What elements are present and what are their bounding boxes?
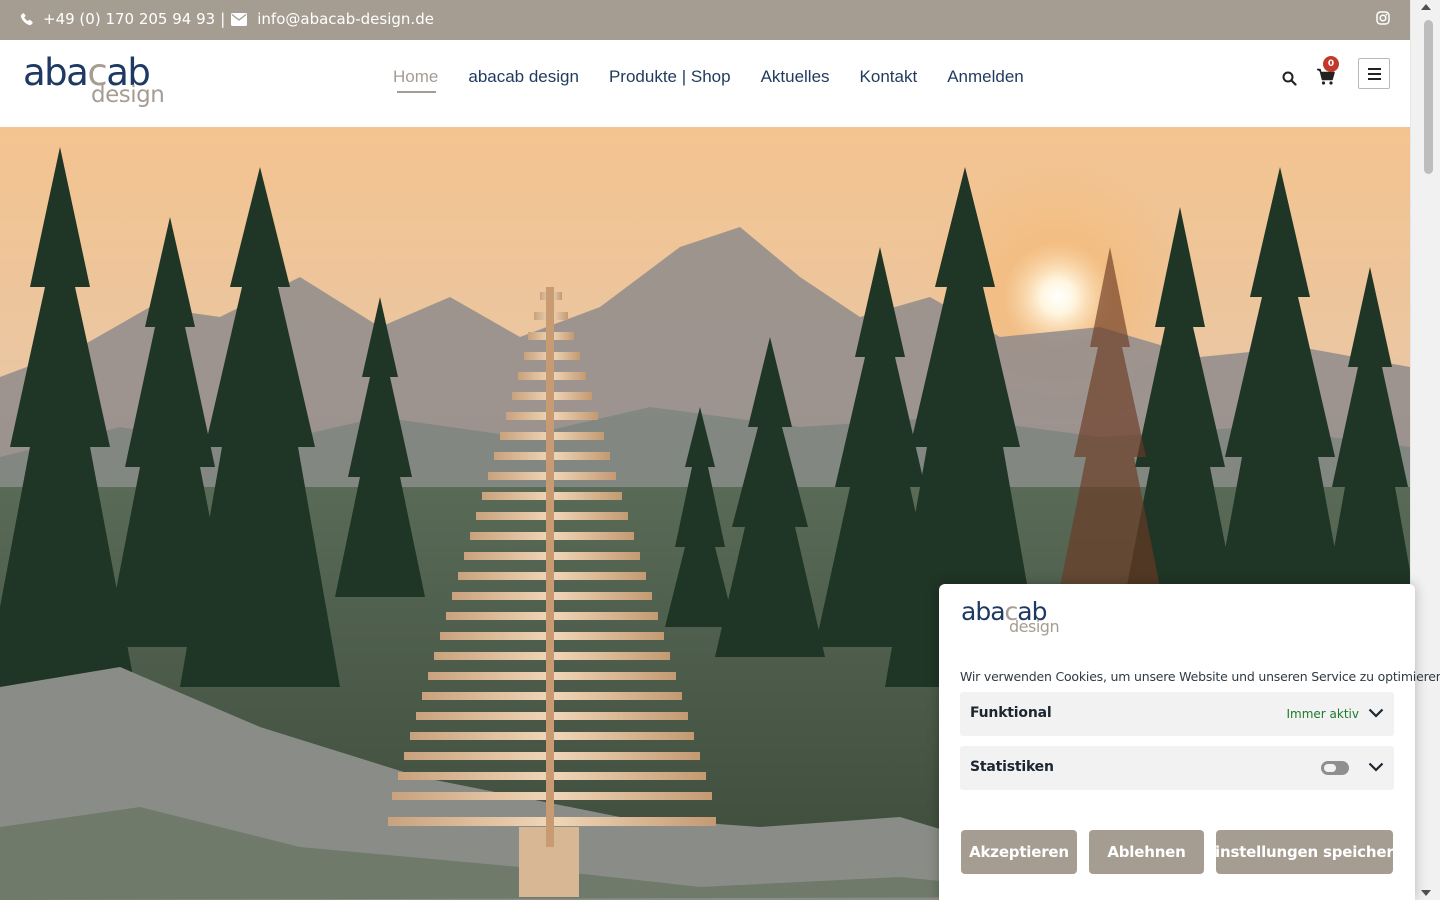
nav-aktuelles[interactable]: Aktuelles [761,67,830,91]
site-header: abacab design Home abacab design Produkt… [0,40,1410,127]
search-icon[interactable] [1282,71,1297,86]
envelope-icon [231,12,248,26]
cookie-message: Wir verwenden Cookies, um unsere Website… [960,669,1440,684]
cart-count-badge: 0 [1323,56,1339,72]
scroll-up-arrow-icon[interactable] [1421,4,1431,10]
cookie-dialog-logo: abacab design [961,597,1060,636]
category-label: Funktional [970,705,1052,721]
nav-anmelden[interactable]: Anmelden [947,67,1024,91]
scroll-down-arrow-icon[interactable] [1421,890,1431,896]
separator: | [220,10,226,28]
decline-button[interactable]: Ablehnen [1089,830,1204,874]
category-label: Statistiken [970,759,1054,775]
cookie-category-statistiken[interactable]: Statistiken [960,746,1394,790]
contact-info: +49 (0) 170 205 94 93 | info@abacab-desi… [20,10,434,28]
chevron-down-icon[interactable] [1368,707,1384,719]
save-settings-button[interactable]: Einstellungen speichern [1205,830,1404,874]
email-link[interactable]: info@abacab-design.de [257,10,434,28]
statistiken-toggle[interactable] [1321,761,1349,775]
cookie-category-funktional[interactable]: Funktional Immer aktiv [960,692,1394,736]
phone-number[interactable]: +49 (0) 170 205 94 93 [43,10,215,28]
main-navigation: Home abacab design Produkte | Shop Aktue… [393,67,1054,93]
always-active-label: Immer aktiv [1286,707,1360,721]
nav-home[interactable]: Home [393,67,438,93]
nav-abacab-design[interactable]: abacab design [468,67,579,91]
hamburger-menu-icon [1367,67,1381,70]
accept-button[interactable]: Akzeptieren [961,830,1077,874]
phone-icon [20,12,33,26]
logo-subtitle: design [91,82,165,108]
top-bar: +49 (0) 170 205 94 93 | info@abacab-desi… [0,0,1410,40]
chevron-down-icon[interactable] [1368,761,1384,773]
hamburger-menu-button[interactable] [1358,58,1390,89]
scrollbar-thumb[interactable] [1424,20,1433,174]
nav-kontakt[interactable]: Kontakt [860,67,918,91]
site-logo[interactable]: abacab design [23,54,165,110]
instagram-icon[interactable] [1376,11,1390,25]
nav-produkte-shop[interactable]: Produkte | Shop [609,67,731,91]
cookie-consent-dialog: abacab design Wir verwenden Cookies, um … [939,584,1440,900]
